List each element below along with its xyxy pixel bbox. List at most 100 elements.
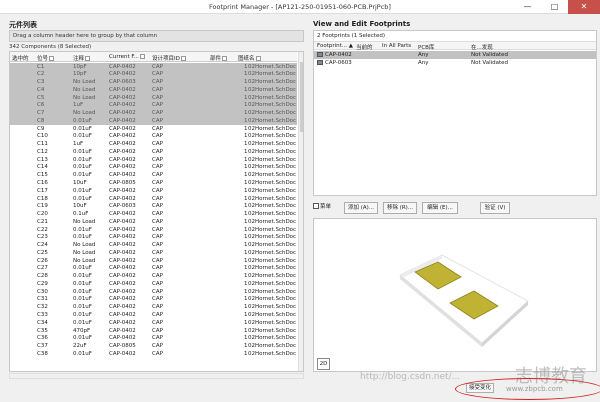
design-item-cell: CAP bbox=[152, 226, 163, 233]
component-row[interactable]: C25 No Load CAP-0402 CAP 1 02Hornet.SchDoc bbox=[10, 249, 297, 257]
filter-icon[interactable] bbox=[180, 56, 186, 61]
footprint-render bbox=[399, 254, 529, 347]
footprint-cell: CAP-0402 bbox=[109, 211, 136, 218]
col-header-comment[interactable]: 注释 bbox=[73, 54, 91, 62]
design-item-cell: CAP bbox=[152, 164, 163, 171]
component-row[interactable]: C4 No Load CAP-0402 CAP 1 02Hornet.SchDoc bbox=[10, 86, 297, 95]
close-button[interactable]: ✕ bbox=[568, 0, 600, 14]
col-header-design-item-id[interactable]: 设计项目ID bbox=[152, 54, 186, 62]
col-header-sheet[interactable]: 图纸名 bbox=[238, 54, 261, 62]
component-row[interactable]: C13 0.01uF CAP-0402 CAP 1 02Hornet.SchDoc bbox=[10, 156, 297, 164]
col-header-footprint[interactable]: Footprint... ▲ bbox=[317, 43, 353, 49]
component-row[interactable]: C3 No Load CAP-0603 CAP 1 02Hornet.SchDoc bbox=[10, 78, 297, 87]
component-row[interactable]: C21 No Load CAP-0402 CAP 1 02Hornet.SchDoc bbox=[10, 218, 297, 226]
component-row[interactable]: C12 0.01uF CAP-0402 CAP 1 02Hornet.SchDoc bbox=[10, 148, 297, 156]
edit-button[interactable]: 编辑 (E)... bbox=[422, 202, 458, 214]
col-header-part[interactable]: 部件 bbox=[210, 54, 228, 62]
component-row[interactable]: C28 0.01uF CAP-0402 CAP 1 02Hornet.SchDoc bbox=[10, 273, 297, 281]
component-row[interactable]: C24 No Load CAP-0402 CAP 1 02Hornet.SchDoc bbox=[10, 242, 297, 250]
component-row[interactable]: C14 0.01uF CAP-0402 CAP 1 02Hornet.SchDoc bbox=[10, 164, 297, 172]
design-item-cell: CAP bbox=[152, 242, 163, 249]
menu-button[interactable]: 菜单 bbox=[313, 202, 343, 214]
scrollbar-thumb[interactable] bbox=[300, 62, 303, 132]
component-row[interactable]: C37 22uF CAP-0805 CAP 1 02Hornet.SchDoc bbox=[10, 343, 297, 351]
design-item-cell: CAP bbox=[152, 86, 163, 93]
grid-rows: C1 10pF CAP-0402 CAP 1 02Hornet.SchDoc C2 10pF C… bbox=[10, 63, 297, 358]
component-row[interactable]: C8 0.01uF CAP-0402 CAP 1 02Hornet.SchDoc bbox=[10, 117, 297, 126]
component-row[interactable]: C10 0.01uF CAP-0402 CAP 1 02Hornet.SchDoc bbox=[10, 133, 297, 141]
add-button[interactable]: 添加 (A)... bbox=[344, 202, 378, 214]
sheet-cell: 02Hornet.SchDoc bbox=[248, 319, 297, 326]
footprint-row[interactable]: CAP-0402 Any Not Validated bbox=[314, 51, 596, 59]
component-row[interactable]: C30 0.01uF CAP-0402 CAP 1 02Hornet.SchDoc bbox=[10, 288, 297, 296]
component-row[interactable]: C36 0.01uF CAP-0402 CAP 1 02Hornet.SchDoc bbox=[10, 335, 297, 343]
component-row[interactable]: C23 0.01uF CAP-0402 CAP 1 02Hornet.SchDoc bbox=[10, 234, 297, 242]
sheet-cell: 02Hornet.SchDoc bbox=[248, 94, 297, 101]
design-item-cell: CAP bbox=[152, 296, 163, 303]
component-row[interactable]: C32 0.01uF CAP-0402 CAP 1 02Hornet.SchDoc bbox=[10, 304, 297, 312]
col-header-designator[interactable]: 位号 bbox=[37, 54, 55, 62]
component-row[interactable]: C2 10pF CAP-0402 CAP 1 02Hornet.SchDoc bbox=[10, 70, 297, 79]
footprint-grid-header: Footprint... ▲ 当前的 In All Parts PCB库 在..… bbox=[314, 41, 596, 51]
horizontal-scrollbar[interactable] bbox=[9, 373, 304, 379]
design-item-cell: CAP bbox=[152, 265, 163, 272]
component-row[interactable]: C38 0.01uF CAP-0402 CAP 1 02Hornet.SchDoc bbox=[10, 350, 297, 358]
component-row[interactable]: C19 10uF CAP-0603 CAP 1 02Hornet.SchDoc bbox=[10, 203, 297, 211]
col-header-current[interactable]: 当前的 bbox=[356, 43, 373, 51]
component-row[interactable]: C17 0.01uF CAP-0402 CAP 1 02Hornet.SchDoc bbox=[10, 187, 297, 195]
component-row[interactable]: C31 0.01uF CAP-0402 CAP 1 02Hornet.SchDoc bbox=[10, 296, 297, 304]
part-cell: 1 bbox=[244, 79, 248, 86]
part-cell: 1 bbox=[244, 148, 248, 155]
component-row[interactable]: C11 1uF CAP-0402 CAP 1 02Hornet.SchDoc bbox=[10, 141, 297, 149]
filter-icon[interactable] bbox=[255, 56, 261, 61]
component-row[interactable]: C6 1uF CAP-0402 CAP 1 02Hornet.SchDoc bbox=[10, 101, 297, 110]
sheet-cell: 02Hornet.SchDoc bbox=[248, 234, 297, 241]
col-header-found-in[interactable]: 在...发现 bbox=[471, 43, 493, 51]
col-header-current-footprint[interactable]: Current F... bbox=[109, 54, 145, 60]
component-row[interactable]: C5 No Load CAP-0402 CAP 1 02Hornet.SchDoc bbox=[10, 94, 297, 102]
component-row[interactable]: C20 0.1uF CAP-0402 CAP 1 02Hornet.SchDoc bbox=[10, 211, 297, 219]
component-row[interactable]: C9 0.01uF CAP-0402 CAP 1 02Hornet.SchDoc bbox=[10, 125, 297, 133]
component-row[interactable]: C34 0.01uF CAP-0402 CAP 1 02Hornet.SchDoc bbox=[10, 319, 297, 327]
remove-button[interactable]: 移除 (R)... bbox=[383, 202, 417, 214]
sheet-cell: 02Hornet.SchDoc bbox=[248, 273, 297, 280]
footprint-count: 2 Footprints (1 Selected) bbox=[317, 33, 386, 39]
footprint-cell: CAP-0402 bbox=[109, 280, 136, 287]
col-header-sheet-label: 图纸名 bbox=[238, 56, 255, 62]
col-header-pcb-library[interactable]: PCB库 bbox=[418, 43, 434, 51]
comment-cell: 0.01uF bbox=[73, 133, 92, 140]
validate-button[interactable]: 验证 (V) bbox=[480, 202, 510, 214]
filter-icon[interactable] bbox=[139, 54, 145, 59]
footprint-3d-preview[interactable] bbox=[313, 218, 597, 372]
col-header-selected[interactable]: 选中的 bbox=[12, 54, 29, 62]
col-header-in-all-parts[interactable]: In All Parts bbox=[382, 43, 411, 49]
filter-icon[interactable] bbox=[85, 56, 91, 61]
vertical-scrollbar[interactable] bbox=[298, 52, 303, 371]
component-row[interactable]: C29 0.01uF CAP-0402 CAP 1 02Hornet.SchDoc bbox=[10, 280, 297, 288]
minimize-button[interactable]: — bbox=[514, 0, 541, 14]
part-cell: 1 bbox=[244, 94, 248, 101]
component-row[interactable]: C26 No Load CAP-0402 CAP 1 02Hornet.SchDoc bbox=[10, 257, 297, 265]
comment-cell: 0.01uF bbox=[73, 280, 92, 287]
filter-icon[interactable] bbox=[49, 56, 55, 61]
component-row[interactable]: C22 0.01uF CAP-0402 CAP 1 02Hornet.SchDoc bbox=[10, 226, 297, 234]
component-row[interactable]: C15 0.01uF CAP-0402 CAP 1 02Hornet.SchDoc bbox=[10, 172, 297, 180]
group-by-bar[interactable]: Drag a column header here to group by th… bbox=[9, 30, 304, 42]
component-row[interactable]: C7 No Load CAP-0402 CAP 1 02Hornet.SchDoc bbox=[10, 109, 297, 118]
footprint-library: Any bbox=[418, 52, 429, 58]
component-row[interactable]: C16 10uF CAP-0805 CAP 1 02Hornet.SchDoc bbox=[10, 179, 297, 187]
filter-icon[interactable] bbox=[222, 56, 228, 61]
designator-cell: C21 bbox=[37, 218, 48, 225]
component-row[interactable]: C18 0.01uF CAP-0402 CAP 1 02Hornet.SchDoc bbox=[10, 195, 297, 203]
sheet-cell: 02Hornet.SchDoc bbox=[248, 195, 297, 202]
component-row[interactable]: C35 470pF CAP-0402 CAP 1 02Hornet.SchDoc bbox=[10, 327, 297, 335]
view-2d-button[interactable]: 2D bbox=[317, 358, 330, 370]
designator-cell: C6 bbox=[37, 102, 45, 109]
component-row[interactable]: C1 10pF CAP-0402 CAP 1 02Hornet.SchDoc bbox=[10, 63, 297, 71]
maximize-button[interactable]: □ bbox=[541, 0, 568, 14]
design-item-cell: CAP bbox=[152, 350, 163, 357]
footprint-row[interactable]: CAP-0603 Any Not Validated bbox=[314, 59, 596, 67]
comment-cell: 0.01uF bbox=[73, 125, 92, 132]
component-row[interactable]: C27 0.01uF CAP-0402 CAP 1 02Hornet.SchDoc bbox=[10, 265, 297, 273]
component-row[interactable]: C33 0.01uF CAP-0402 CAP 1 02Hornet.SchDoc bbox=[10, 312, 297, 320]
